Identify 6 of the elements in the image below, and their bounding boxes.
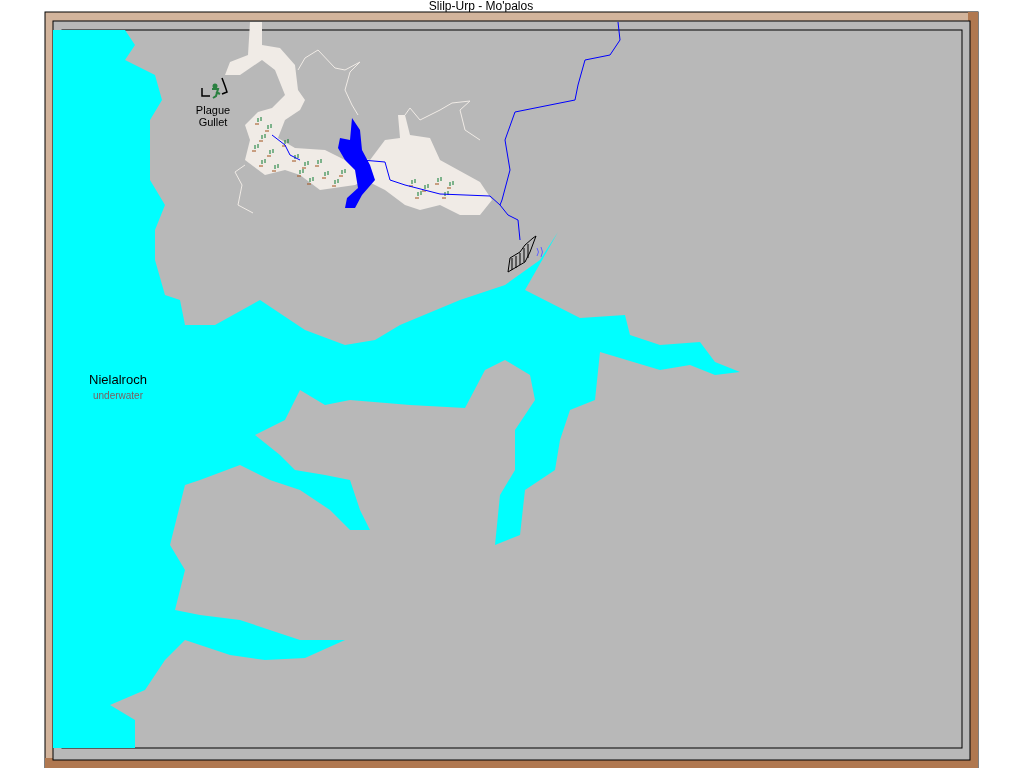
region-note: underwater [93, 390, 143, 401]
map-title: Slilp-Urp - Mo'palos [428, 0, 534, 13]
settlement-icon [507, 235, 543, 273]
town-label: Plague Gullet [195, 104, 231, 128]
region-label: Nielalroch [89, 372, 147, 387]
figure-icon [201, 77, 228, 99]
